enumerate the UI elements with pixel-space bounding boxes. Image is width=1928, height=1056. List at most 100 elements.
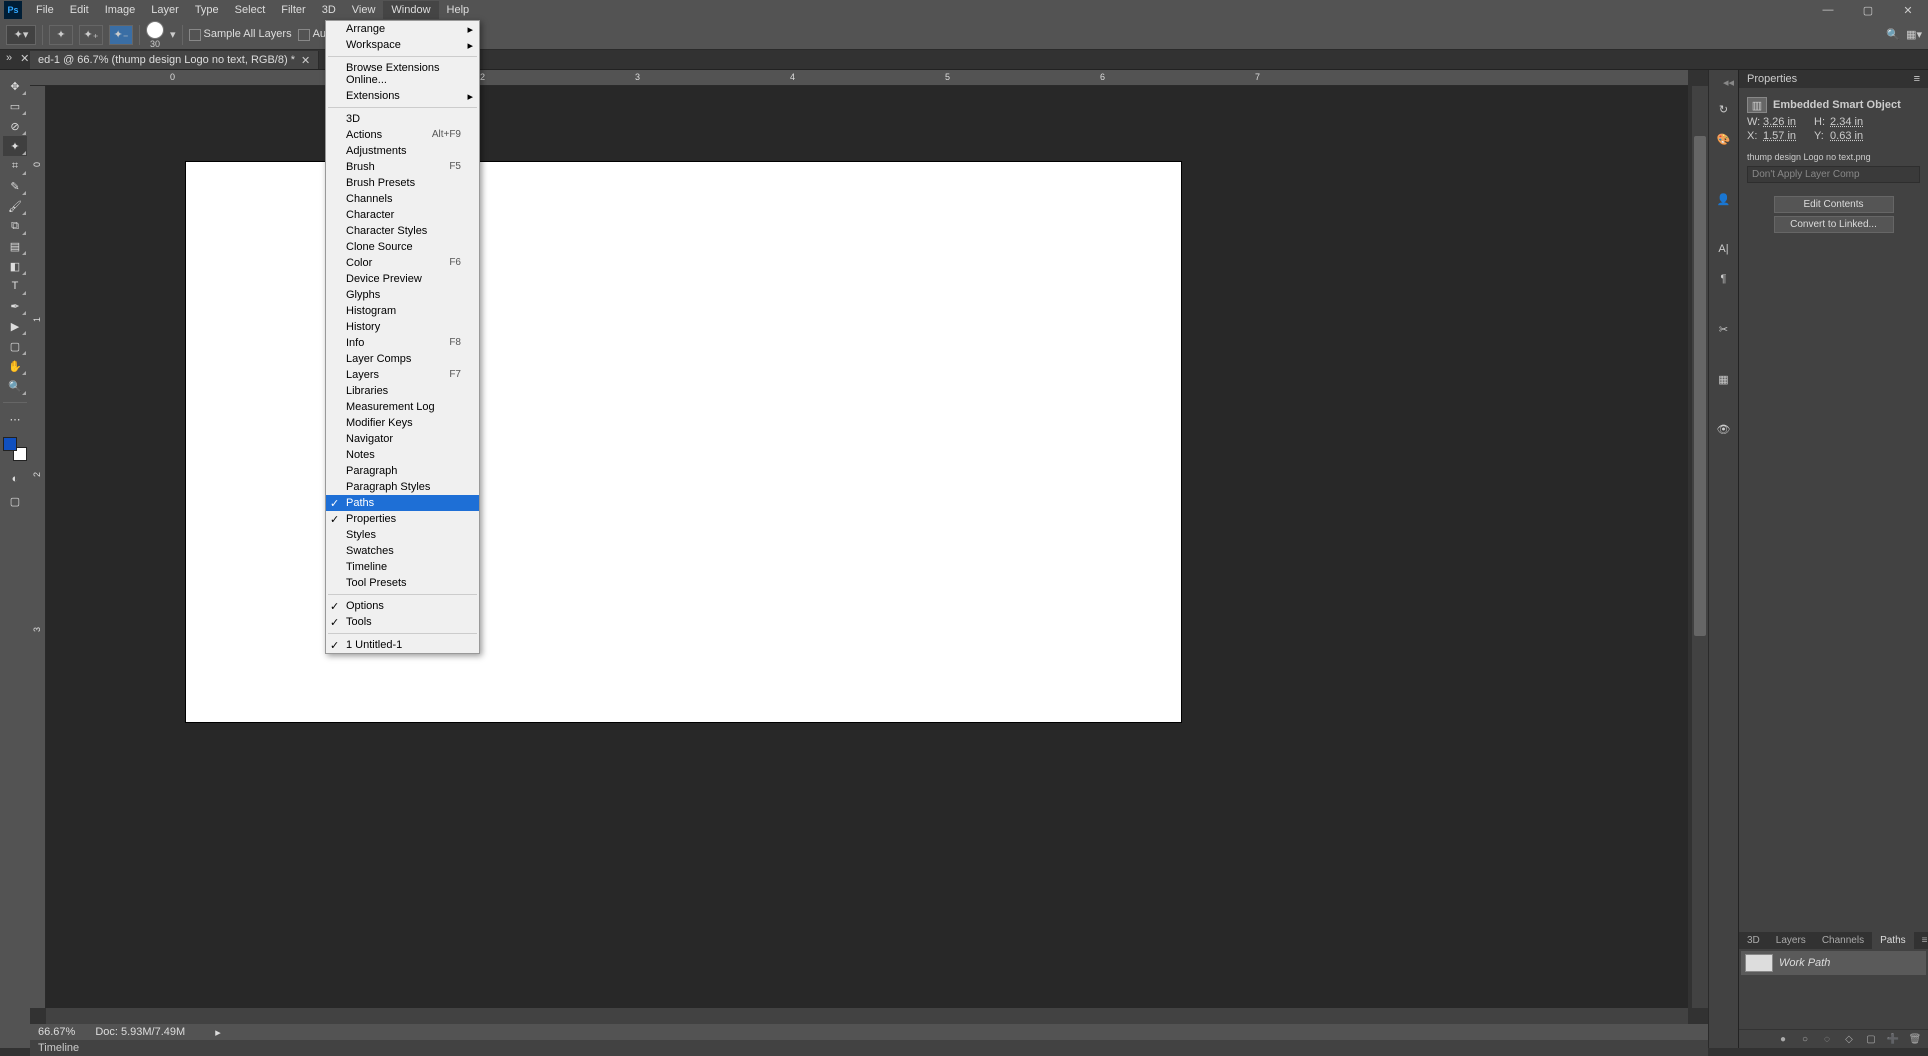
hand-tool[interactable]: ✋	[3, 356, 27, 376]
window-menu-info[interactable]: InfoF8	[326, 335, 479, 351]
window-menu-tools[interactable]: ✓Tools	[326, 614, 479, 630]
brush-picker-arrow[interactable]: ▾	[170, 28, 176, 41]
paragraph-panel-icon[interactable]: ¶	[1714, 269, 1734, 289]
foreground-swatch[interactable]	[3, 437, 17, 451]
window-menu-color[interactable]: ColorF6	[326, 255, 479, 271]
brush-tool[interactable]: 🖌	[3, 196, 27, 216]
window-menu-notes[interactable]: Notes	[326, 447, 479, 463]
document-tab[interactable]: ed-1 @ 66.7% (thump design Logo no text,…	[30, 51, 319, 69]
window-menu-tool-presets[interactable]: Tool Presets	[326, 575, 479, 591]
make-workpath-icon[interactable]: ◇	[1842, 1032, 1856, 1046]
window-menu-device-preview[interactable]: Device Preview	[326, 271, 479, 287]
window-menu-character[interactable]: Character	[326, 207, 479, 223]
workspace-switcher-icon[interactable]: ▦▾	[1906, 28, 1922, 41]
subtract-selection-btn[interactable]: ✦₋	[109, 25, 133, 45]
prop-y[interactable]: 0.63 in	[1830, 130, 1863, 142]
window-menu-brush[interactable]: BrushF5	[326, 159, 479, 175]
scrollbar-vertical[interactable]	[1692, 86, 1708, 1008]
prop-width[interactable]: 3.26 in	[1763, 116, 1796, 128]
window-menu-navigator[interactable]: Navigator	[326, 431, 479, 447]
menu-layer[interactable]: Layer	[143, 1, 187, 19]
quickmask-toggle[interactable]: ◐	[3, 469, 27, 489]
convert-linked-button[interactable]: Convert to Linked...	[1774, 216, 1894, 233]
window-menu-arrange[interactable]: Arrange▸	[326, 21, 479, 37]
stro-path-icon[interactable]: ○	[1798, 1032, 1812, 1046]
add-mask-icon[interactable]: ▢	[1864, 1032, 1878, 1046]
window-minimize[interactable]: —	[1808, 0, 1848, 20]
window-menu-history[interactable]: History	[326, 319, 479, 335]
window-menu-brush-presets[interactable]: Brush Presets	[326, 175, 479, 191]
screenmode-toggle[interactable]: ▢	[3, 491, 27, 511]
window-menu-layer-comps[interactable]: Layer Comps	[326, 351, 479, 367]
close-tab-icon[interactable]: ✕	[301, 54, 310, 67]
window-menu-libraries[interactable]: Libraries	[326, 383, 479, 399]
scrollbar-horizontal[interactable]	[46, 1008, 1688, 1024]
scroll-thumb-vertical[interactable]	[1694, 136, 1706, 636]
menu-filter[interactable]: Filter	[273, 1, 313, 19]
ellipsis-tool[interactable]: ⋯	[3, 409, 27, 429]
window-menu-clone-source[interactable]: Clone Source	[326, 239, 479, 255]
prop-height[interactable]: 2.34 in	[1830, 116, 1863, 128]
shape-tool[interactable]: ▢	[3, 336, 27, 356]
add-selection-btn[interactable]: ✦₊	[79, 25, 103, 45]
window-menu-character-styles[interactable]: Character Styles	[326, 223, 479, 239]
fill-path-icon[interactable]: ●	[1776, 1032, 1790, 1046]
navigator-panel-icon[interactable]: 👁	[1714, 419, 1734, 439]
menu-image[interactable]: Image	[97, 1, 144, 19]
timeline-panel-tab[interactable]: Timeline	[30, 1040, 1708, 1056]
color-swatches[interactable]	[3, 437, 27, 461]
menu-help[interactable]: Help	[439, 1, 478, 19]
canvas-viewport[interactable]	[46, 86, 1688, 1008]
tool-preset-picker[interactable]: ✦▾	[6, 25, 36, 45]
window-menu-paths[interactable]: ✓Paths	[326, 495, 479, 511]
libraries-panel-icon[interactable]: 👤	[1714, 189, 1734, 209]
zoom-level[interactable]: 66.67%	[38, 1026, 75, 1038]
dock-expand-icon[interactable]: ◂◂	[1723, 76, 1734, 89]
window-menu-paragraph[interactable]: Paragraph	[326, 463, 479, 479]
quick-select-tool[interactable]: ✦	[3, 136, 27, 156]
window-menu-3d[interactable]: 3D	[326, 111, 479, 127]
marquee-tool[interactable]: ▭	[3, 96, 27, 116]
menu-view[interactable]: View	[344, 1, 384, 19]
styles-panel-icon[interactable]: ▦	[1714, 369, 1734, 389]
menu-edit[interactable]: Edit	[62, 1, 97, 19]
menu-select[interactable]: Select	[227, 1, 274, 19]
sample-all-layers-option[interactable]: Sample All Layers	[189, 28, 292, 40]
crop-tool[interactable]: ⌗	[3, 156, 27, 176]
edit-contents-button[interactable]: Edit Contents	[1774, 196, 1894, 213]
window-menu-measurement-log[interactable]: Measurement Log	[326, 399, 479, 415]
search-icon[interactable]: 🔍	[1886, 28, 1900, 41]
prop-x[interactable]: 1.57 in	[1763, 130, 1796, 142]
properties-panel-header[interactable]: Properties ≡	[1739, 70, 1928, 88]
clone-tool[interactable]: ⧉	[3, 216, 27, 236]
history-panel-icon[interactable]: ↻	[1714, 99, 1734, 119]
panel-menu-icon[interactable]: ≡	[1914, 932, 1928, 949]
window-menu-modifier-keys[interactable]: Modifier Keys	[326, 415, 479, 431]
window-maximize[interactable]: ▢	[1848, 0, 1888, 20]
doc-close-all-icon[interactable]: ✕	[20, 52, 29, 65]
new-path-icon[interactable]: ➕	[1886, 1032, 1900, 1046]
window-menu-styles[interactable]: Styles	[326, 527, 479, 543]
window-menu-workspace[interactable]: Workspace▸	[326, 37, 479, 53]
window-menu-adjustments[interactable]: Adjustments	[326, 143, 479, 159]
window-menu-browse-extensions-online-[interactable]: Browse Extensions Online...	[326, 60, 479, 88]
path-select-tool[interactable]: ▶	[3, 316, 27, 336]
eyedropper-tool[interactable]: ✎	[3, 176, 27, 196]
window-menu-1-untitled-1[interactable]: ✓1 Untitled-1	[326, 637, 479, 653]
lasso-tool[interactable]: ⊘	[3, 116, 27, 136]
window-menu-glyphs[interactable]: Glyphs	[326, 287, 479, 303]
gradient-tool[interactable]: ▤	[3, 236, 27, 256]
tab-paths[interactable]: Paths	[1872, 932, 1914, 949]
color-panel-icon[interactable]: 🎨	[1714, 129, 1734, 149]
window-menu-extensions[interactable]: Extensions▸	[326, 88, 479, 104]
window-menu-options[interactable]: ✓Options	[326, 598, 479, 614]
zoom-tool[interactable]: 🔍	[3, 376, 27, 396]
new-selection-btn[interactable]: ✦	[49, 25, 73, 45]
tab-3d[interactable]: 3D	[1739, 932, 1768, 949]
delete-path-icon[interactable]: 🗑	[1908, 1032, 1922, 1046]
window-close[interactable]: ✕	[1888, 0, 1928, 20]
tab-layers[interactable]: Layers	[1768, 932, 1814, 949]
window-menu-actions[interactable]: ActionsAlt+F9	[326, 127, 479, 143]
doc-size[interactable]: Doc: 5.93M/7.49M	[95, 1026, 185, 1038]
window-menu-properties[interactable]: ✓Properties	[326, 511, 479, 527]
